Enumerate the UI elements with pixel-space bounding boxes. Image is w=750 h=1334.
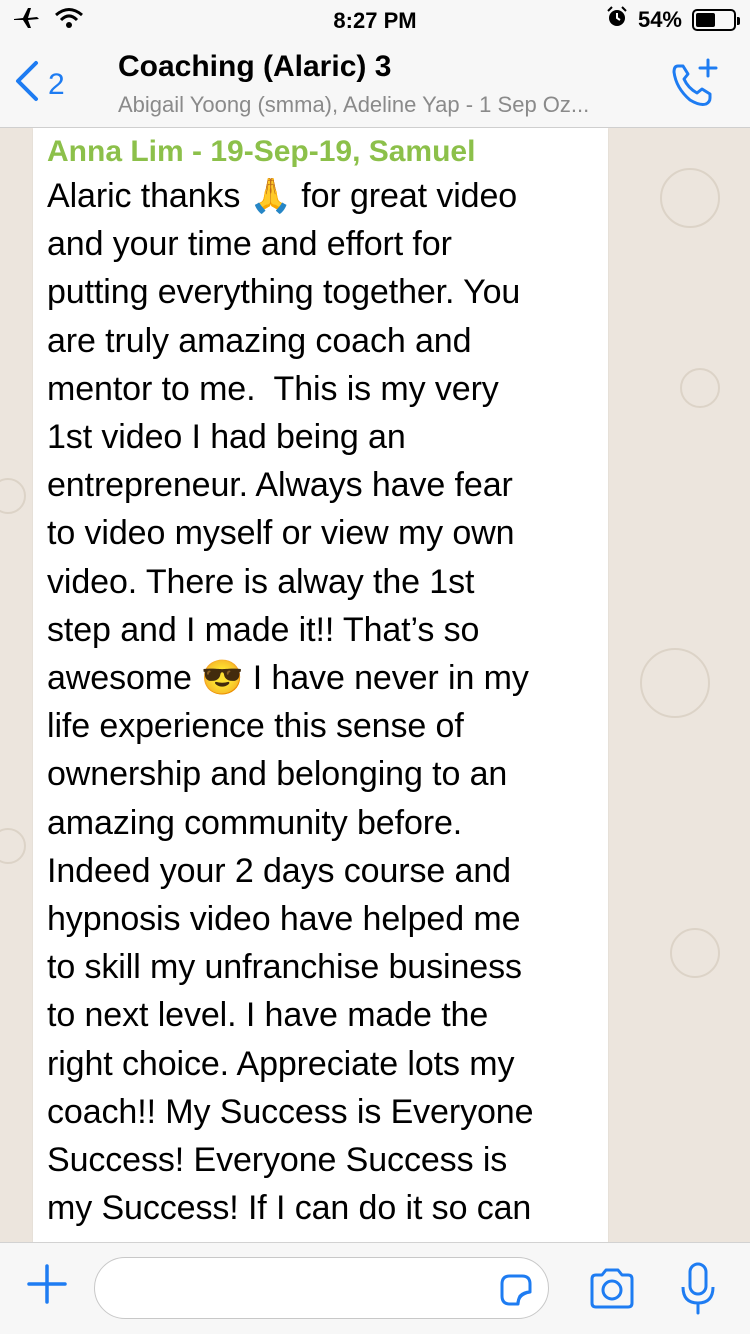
group-info[interactable]: Coaching (Alaric) 3 Abigail Yoong (smma)… (118, 50, 678, 118)
camera-icon (590, 1268, 634, 1309)
status-bar: 8:27 PM 54% (0, 0, 750, 40)
message-input[interactable] (94, 1257, 549, 1319)
message-text: Alaric thanks 🙏 for great video and your… (47, 177, 534, 1228)
plus-icon (27, 1264, 67, 1304)
group-members: Abigail Yoong (smma), Adeline Yap - 1 Se… (118, 92, 590, 117)
add-call-icon (672, 58, 718, 106)
add-call-button[interactable] (668, 58, 720, 110)
background-doodle (640, 648, 710, 718)
background-doodle (0, 478, 26, 514)
background-doodle (660, 168, 720, 228)
chevron-left-icon (14, 60, 40, 110)
back-button[interactable]: 2 (14, 60, 65, 110)
group-title: Coaching (Alaric) 3 (118, 50, 392, 83)
sticker-button[interactable] (498, 1272, 534, 1308)
chat-area[interactable]: Anna Lim - 19-Sep-19, Samuel Alaric than… (0, 128, 750, 1242)
background-doodle (0, 828, 26, 864)
attach-button[interactable] (26, 1263, 68, 1305)
battery-percent: 54% (637, 7, 682, 32)
background-doodle (680, 368, 720, 408)
chat-screen: 8:27 PM 54% 2 Coaching (Alaric) 3 Abigai… (0, 0, 750, 1334)
battery-fill (696, 13, 716, 27)
chat-header: 2 Coaching (Alaric) 3 Abigail Yoong (smm… (0, 40, 750, 128)
message-bubble[interactable]: Anna Lim - 19-Sep-19, Samuel Alaric than… (33, 128, 608, 1242)
microphone-button[interactable] (680, 1261, 716, 1317)
message-sender[interactable]: Anna Lim - 19-Sep-19, Samuel (47, 132, 594, 172)
input-bar (0, 1242, 750, 1334)
camera-button[interactable] (588, 1267, 636, 1311)
sticker-icon (500, 1274, 532, 1306)
battery-icon (692, 9, 740, 31)
background-doodle (670, 928, 720, 978)
microphone-icon (681, 1262, 715, 1315)
alarm-icon (606, 6, 628, 34)
back-count: 2 (48, 68, 65, 101)
